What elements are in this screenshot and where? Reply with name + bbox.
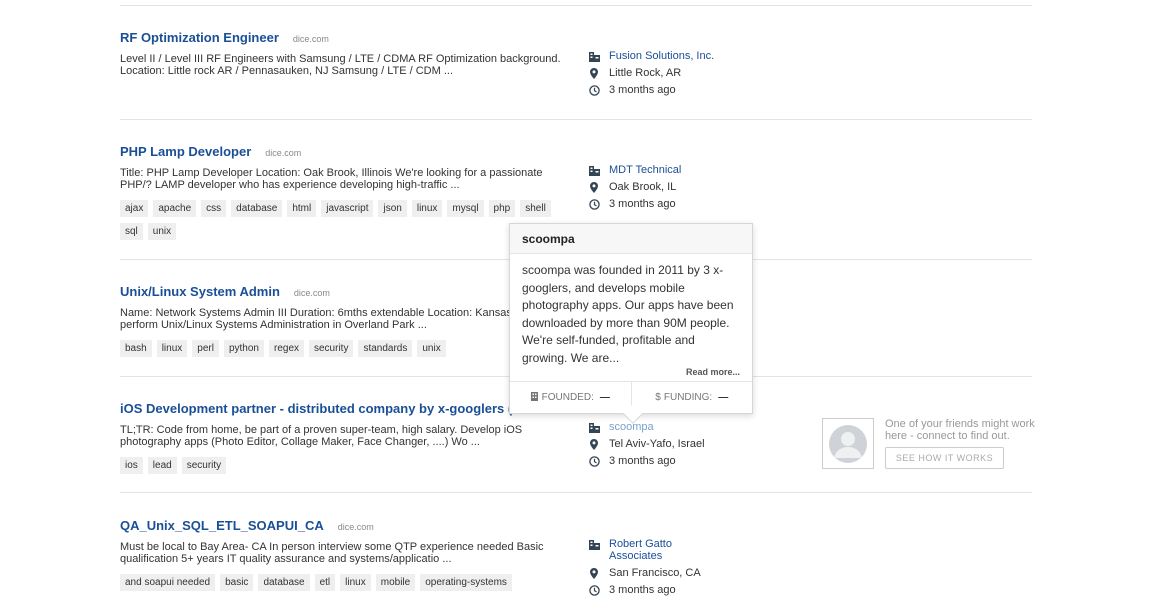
skill-tag[interactable]: mysql	[447, 200, 484, 217]
tag-list: ios lead security	[120, 457, 580, 480]
popover-title: scoompa	[510, 224, 752, 254]
building-icon	[587, 421, 601, 433]
job-location: Oak Brook, IL	[609, 181, 677, 193]
skill-tag[interactable]: json	[378, 200, 407, 217]
company-link[interactable]: Fusion Solutions, Inc.	[609, 50, 714, 62]
read-more-link[interactable]: Read more...	[686, 367, 740, 377]
skill-tag[interactable]: linux	[340, 574, 371, 591]
location-pin-icon	[587, 567, 601, 579]
job-source: dice.com	[293, 288, 330, 298]
clock-icon	[587, 198, 601, 210]
divider	[120, 119, 1032, 120]
skill-tag[interactable]: ios	[120, 457, 143, 474]
skill-tag[interactable]: and soapui needed	[120, 574, 216, 591]
job-source: dice.com	[337, 522, 374, 532]
job-title-link[interactable]: RF Optimization Engineer	[120, 30, 279, 45]
tag-list: bash linux perl python regex security st…	[120, 340, 565, 363]
tag-list: ajax apache css database html javascript…	[120, 200, 565, 246]
skill-tag[interactable]: javascript	[321, 200, 374, 217]
avatar	[822, 418, 874, 469]
skill-tag[interactable]: linux	[156, 340, 188, 357]
skill-tag[interactable]: sql	[120, 223, 143, 240]
job-description: Must be local to Bay Area- CA In person …	[120, 541, 544, 565]
building-icon	[587, 164, 601, 176]
skill-tag[interactable]: css	[201, 200, 227, 217]
skill-tag[interactable]: linux	[411, 200, 443, 217]
job-title-link[interactable]: QA_Unix_SQL_ETL_SOAPUI_CA	[120, 518, 324, 533]
skill-tag[interactable]: security	[181, 457, 227, 474]
job-title-link[interactable]: Unix/Linux System Admin	[120, 284, 280, 299]
skill-tag[interactable]: apache	[153, 200, 197, 217]
skill-tag[interactable]: html	[287, 200, 317, 217]
job-description: Level II / Level III RF Engineers with S…	[120, 53, 561, 77]
skill-tag[interactable]: lead	[147, 457, 177, 474]
skill-tag[interactable]: security	[309, 340, 354, 357]
user-silhouette-icon	[829, 424, 867, 463]
founded-value: —	[599, 392, 610, 403]
divider	[120, 492, 1032, 493]
job-description: Name: Network Systems Admin III Duration…	[120, 307, 538, 331]
job-title-link[interactable]: PHP Lamp Developer	[120, 144, 251, 159]
job-source: dice.com	[265, 148, 302, 158]
job-location: San Francisco, CA	[609, 567, 701, 579]
job-posted: 3 months ago	[609, 198, 676, 210]
popover-description: scoompa was founded in 2011 by 3 x-googl…	[522, 263, 734, 365]
skill-tag[interactable]: mobile	[375, 574, 416, 591]
job-posted: 3 months ago	[609, 84, 676, 96]
skill-tag[interactable]: standards	[358, 340, 413, 357]
job-posted: 3 months ago	[609, 584, 676, 596]
skill-tag[interactable]: bash	[120, 340, 152, 357]
clock-icon	[587, 584, 601, 596]
skill-tag[interactable]: etl	[314, 574, 336, 591]
location-pin-icon	[587, 438, 601, 450]
skill-tag[interactable]: ajax	[120, 200, 149, 217]
skill-tag[interactable]: database	[258, 574, 310, 591]
job-location: Little Rock, AR	[609, 67, 682, 79]
skill-tag[interactable]: python	[223, 340, 264, 357]
funding-label: FUNDING:	[663, 392, 713, 403]
company-link[interactable]: Robert Gatto Associates	[609, 538, 699, 562]
funding-stat: $ FUNDING: —	[630, 382, 753, 413]
friends-connect-widget: One of your friends might work here - co…	[822, 418, 1035, 470]
skill-tag[interactable]: php	[488, 200, 516, 217]
see-how-it-works-button[interactable]: SEE HOW IT WORKS	[885, 447, 1004, 469]
clock-icon	[587, 84, 601, 96]
founded-label: FOUNDED:	[541, 392, 594, 403]
skill-tag[interactable]: perl	[192, 340, 219, 357]
building-icon	[587, 538, 601, 550]
job-description: Title: PHP Lamp Developer Location: Oak …	[120, 167, 543, 191]
building-small-icon	[530, 391, 538, 404]
founded-stat: FOUNDED: —	[510, 382, 631, 413]
funding-value: —	[718, 392, 729, 403]
location-pin-icon	[587, 67, 601, 79]
friends-hint-text: One of your friends might work here - co…	[885, 418, 1035, 442]
job-description: TL;TR: Code from home, be part of a prov…	[120, 424, 523, 448]
skill-tag[interactable]: basic	[220, 574, 254, 591]
tag-list: and soapui needed basic database etl lin…	[120, 574, 565, 597]
job-source: dice.com	[292, 34, 329, 44]
clock-icon	[587, 455, 601, 467]
skill-tag[interactable]: unix	[417, 340, 446, 357]
company-link[interactable]: MDT Technical	[609, 164, 681, 176]
skill-tag[interactable]: regex	[268, 340, 304, 357]
building-icon	[587, 50, 601, 62]
job-location: Tel Aviv-Yafo, Israel	[609, 438, 705, 450]
company-popover: scoompa scoompa was founded in 2011 by 3…	[509, 223, 753, 424]
skill-tag[interactable]: operating-systems	[420, 574, 512, 591]
location-pin-icon	[587, 181, 601, 193]
dollar-icon: $	[655, 392, 661, 403]
skill-tag[interactable]: shell	[520, 200, 551, 217]
skill-tag[interactable]: unix	[147, 223, 177, 240]
job-posted: 3 months ago	[609, 455, 676, 467]
skill-tag[interactable]: database	[231, 200, 283, 217]
divider	[120, 5, 1032, 6]
